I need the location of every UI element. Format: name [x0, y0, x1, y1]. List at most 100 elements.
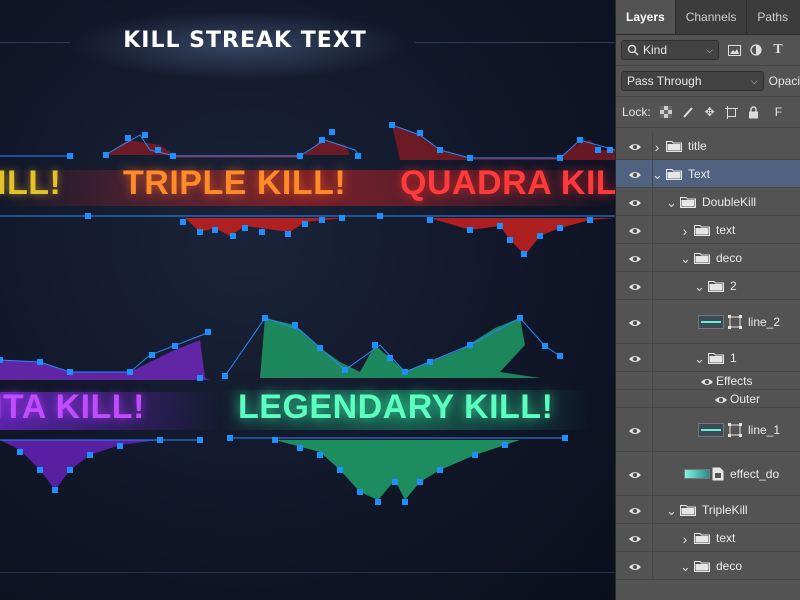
- anchor-point[interactable]: [297, 153, 303, 159]
- chevron-down-icon[interactable]: ⌄: [666, 195, 677, 211]
- anchor-point[interactable]: [437, 467, 443, 473]
- layer-row-triplekill[interactable]: ⌄ TripleKill: [616, 496, 800, 524]
- anchor-point[interactable]: [67, 153, 73, 159]
- layer-row-outer[interactable]: Outer: [616, 390, 800, 408]
- visibility-eye-icon[interactable]: [628, 169, 642, 183]
- anchor-point[interactable]: [375, 499, 381, 505]
- anchor-point[interactable]: [262, 315, 268, 321]
- anchor-point[interactable]: [149, 352, 155, 358]
- anchor-point[interactable]: [197, 437, 203, 443]
- anchor-point[interactable]: [329, 129, 335, 135]
- chevron-down-icon[interactable]: ⌄: [666, 503, 677, 519]
- anchor-point[interactable]: [339, 215, 345, 221]
- anchor-point[interactable]: [52, 487, 58, 493]
- anchor-point[interactable]: [230, 233, 236, 239]
- layer-row-doublekill[interactable]: ⌄ DoubleKill: [616, 188, 800, 216]
- anchor-point[interactable]: [587, 217, 593, 223]
- anchor-point[interactable]: [372, 342, 378, 348]
- anchor-point[interactable]: [212, 227, 218, 233]
- anchor-point[interactable]: [205, 329, 211, 335]
- anchor-point[interactable]: [317, 345, 323, 351]
- visibility-eye-icon[interactable]: [628, 505, 642, 519]
- anchor-point[interactable]: [417, 130, 423, 136]
- anchor-point[interactable]: [37, 359, 43, 365]
- anchor-point[interactable]: [172, 343, 178, 349]
- anchor-point[interactable]: [577, 137, 583, 143]
- anchor-point[interactable]: [117, 443, 123, 449]
- layer-row-title[interactable]: › title: [616, 132, 800, 160]
- anchor-point[interactable]: [180, 219, 186, 225]
- anchor-point[interactable]: [389, 122, 395, 128]
- adjustment-filter-icon[interactable]: [749, 43, 763, 57]
- anchor-point[interactable]: [472, 452, 478, 458]
- anchor-point[interactable]: [155, 147, 161, 153]
- chevron-down-icon[interactable]: ⌄: [694, 351, 705, 367]
- anchor-point[interactable]: [392, 479, 398, 485]
- anchor-point[interactable]: [387, 355, 393, 361]
- anchor-point[interactable]: [67, 369, 73, 375]
- visibility-eye-icon[interactable]: [628, 281, 642, 295]
- chevron-down-icon[interactable]: ⌄: [694, 279, 705, 295]
- visibility-eye-icon[interactable]: [628, 353, 642, 367]
- layer-row-text[interactable]: › text: [616, 524, 800, 552]
- anchor-point[interactable]: [319, 217, 325, 223]
- anchor-point[interactable]: [103, 152, 109, 158]
- visibility-eye-icon[interactable]: [628, 425, 642, 439]
- anchor-point[interactable]: [402, 499, 408, 505]
- anchor-point[interactable]: [319, 137, 325, 143]
- anchor-point[interactable]: [607, 147, 613, 153]
- anchor-point[interactable]: [17, 449, 23, 455]
- visibility-eye-icon[interactable]: [628, 253, 642, 267]
- anchor-point[interactable]: [417, 479, 423, 485]
- layer-row-text[interactable]: ⌄ Text: [616, 160, 800, 188]
- layer-row-line_2[interactable]: line_2: [616, 300, 800, 344]
- anchor-point[interactable]: [595, 147, 601, 153]
- anchor-point[interactable]: [467, 342, 473, 348]
- anchor-point[interactable]: [222, 373, 228, 379]
- layer-row-effect_do[interactable]: effect_do: [616, 452, 800, 496]
- effect-visibility-eye-icon[interactable]: [714, 394, 728, 408]
- visibility-eye-icon[interactable]: [628, 317, 642, 331]
- anchor-point[interactable]: [377, 213, 383, 219]
- anchor-point[interactable]: [127, 369, 133, 375]
- chevron-right-icon[interactable]: ›: [680, 223, 690, 239]
- visibility-eye-icon[interactable]: [628, 197, 642, 211]
- anchor-point[interactable]: [537, 233, 543, 239]
- chevron-right-icon[interactable]: ›: [652, 139, 662, 155]
- lock-position-move-icon[interactable]: ✥: [703, 105, 717, 119]
- anchor-point[interactable]: [297, 445, 303, 451]
- anchor-point[interactable]: [507, 237, 513, 243]
- anchor-point[interactable]: [517, 315, 523, 321]
- anchor-point[interactable]: [302, 221, 308, 227]
- chevron-down-icon[interactable]: ⌄: [680, 559, 691, 575]
- anchor-point[interactable]: [170, 153, 176, 159]
- image-filter-icon[interactable]: [727, 43, 741, 57]
- anchor-point[interactable]: [357, 489, 363, 495]
- anchor-point[interactable]: [317, 452, 323, 458]
- anchor-point[interactable]: [342, 367, 348, 373]
- chevron-down-icon[interactable]: ⌄: [652, 167, 663, 183]
- blend-mode-select[interactable]: Pass Through ⌵: [621, 71, 764, 91]
- anchor-point[interactable]: [125, 135, 131, 141]
- type-filter-icon[interactable]: T: [771, 42, 785, 57]
- anchor-point[interactable]: [521, 251, 527, 257]
- anchor-point[interactable]: [427, 359, 433, 365]
- anchor-point[interactable]: [259, 229, 265, 235]
- chevron-down-icon[interactable]: ⌄: [680, 251, 691, 267]
- filter-kind-select[interactable]: Kind ⌵: [621, 40, 719, 60]
- layer-row-deco[interactable]: ⌄ deco: [616, 552, 800, 580]
- anchor-point[interactable]: [37, 467, 43, 473]
- anchor-point[interactable]: [497, 223, 503, 229]
- anchor-point[interactable]: [542, 343, 548, 349]
- anchor-point[interactable]: [0, 357, 3, 363]
- layer-row-effects[interactable]: Effects: [616, 372, 800, 390]
- anchor-point[interactable]: [85, 213, 91, 219]
- visibility-eye-icon[interactable]: [628, 561, 642, 575]
- layer-row-text[interactable]: › text: [616, 216, 800, 244]
- anchor-point[interactable]: [292, 322, 298, 328]
- anchor-point[interactable]: [157, 437, 163, 443]
- anchor-point[interactable]: [272, 437, 278, 443]
- tab-channels[interactable]: Channels: [674, 0, 747, 34]
- layer-row-deco[interactable]: ⌄ deco: [616, 244, 800, 272]
- chevron-right-icon[interactable]: ›: [680, 531, 690, 547]
